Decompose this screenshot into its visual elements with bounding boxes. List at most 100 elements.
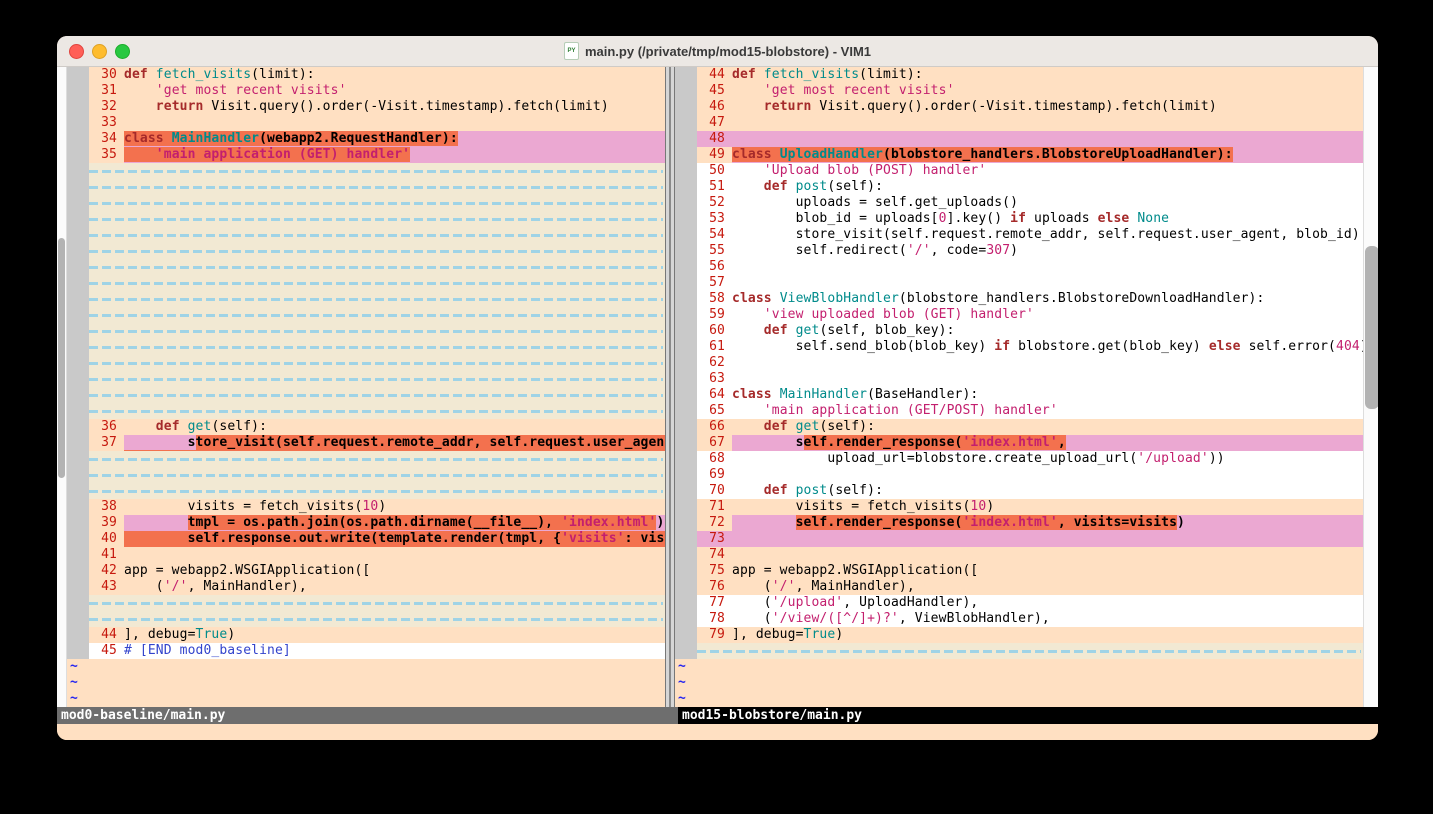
fold-column bbox=[675, 83, 697, 99]
code-text: ], debug=True) bbox=[732, 627, 1363, 643]
diff-filler-dashes bbox=[89, 458, 663, 461]
diff-filler-row bbox=[67, 307, 665, 323]
line-number: 35 bbox=[89, 147, 124, 163]
command-line[interactable] bbox=[57, 724, 1378, 740]
status-right-filename: mod15-blobstore/main.py bbox=[678, 707, 1378, 724]
editor-body: 30def fetch_visits(limit):31 'get most r… bbox=[57, 67, 1378, 707]
code-line: 66 def get(self): bbox=[675, 419, 1363, 435]
right-scrollbar-thumb[interactable] bbox=[1365, 246, 1378, 409]
code-line: 65 'main application (GET/POST) handler' bbox=[675, 403, 1363, 419]
code-line: 55 self.redirect('/', code=307) bbox=[675, 243, 1363, 259]
fold-column bbox=[675, 531, 697, 547]
fold-column bbox=[675, 499, 697, 515]
fold-column bbox=[67, 307, 89, 323]
fold-column bbox=[67, 643, 89, 659]
diff-filler-row bbox=[67, 595, 665, 611]
fold-column bbox=[67, 451, 89, 467]
line-number: 79 bbox=[697, 627, 732, 643]
code-text: self.redirect('/', code=307) bbox=[732, 243, 1363, 259]
split-divider[interactable] bbox=[665, 67, 675, 707]
diff-filler-row bbox=[67, 451, 665, 467]
code-line: 34class MainHandler(webapp2.RequestHandl… bbox=[67, 131, 665, 147]
code-line: 32 return Visit.query().order(-Visit.tim… bbox=[67, 99, 665, 115]
close-button[interactable] bbox=[69, 44, 84, 59]
diff-filler-dashes bbox=[89, 346, 663, 349]
code-line: 64class MainHandler(BaseHandler): bbox=[675, 387, 1363, 403]
tilde-marker: ~ bbox=[675, 659, 686, 675]
line-number: 68 bbox=[697, 451, 732, 467]
diff-filler-row bbox=[67, 259, 665, 275]
code-line: 45 'get most recent visits' bbox=[675, 83, 1363, 99]
line-number: 67 bbox=[697, 435, 732, 451]
code-text bbox=[732, 131, 1363, 147]
diff-filler-row bbox=[67, 323, 665, 339]
fold-column bbox=[675, 211, 697, 227]
fold-column bbox=[675, 227, 697, 243]
diff-filler-row bbox=[67, 403, 665, 419]
line-number: 42 bbox=[89, 563, 124, 579]
tilde-marker: ~ bbox=[67, 675, 78, 691]
code-text bbox=[732, 355, 1363, 371]
line-number: 54 bbox=[697, 227, 732, 243]
diff-filler-dashes bbox=[89, 490, 663, 493]
code-text: 'get most recent visits' bbox=[732, 83, 1363, 99]
code-text: 'main application (GET/POST) handler' bbox=[732, 403, 1363, 419]
fold-column bbox=[67, 547, 89, 563]
vim-window: PY main.py (/private/tmp/mod15-blobstore… bbox=[57, 36, 1378, 740]
line-number: 31 bbox=[89, 83, 124, 99]
diff-filler-dashes bbox=[89, 282, 663, 285]
line-number: 60 bbox=[697, 323, 732, 339]
left-scrollbar[interactable] bbox=[57, 67, 67, 707]
right-editor-pane[interactable]: 44def fetch_visits(limit):45 'get most r… bbox=[675, 67, 1363, 707]
code-line: 40 self.response.out.write(template.rend… bbox=[67, 531, 665, 547]
diff-filler-row bbox=[67, 291, 665, 307]
fold-column bbox=[675, 547, 697, 563]
code-line: 42app = webapp2.WSGIApplication([ bbox=[67, 563, 665, 579]
diff-filler-dashes bbox=[89, 330, 663, 333]
code-line: 44], debug=True) bbox=[67, 627, 665, 643]
code-line: 77 ('/upload', UploadHandler), bbox=[675, 595, 1363, 611]
code-line: 45# [END mod0_baseline] bbox=[67, 643, 665, 659]
minimize-button[interactable] bbox=[92, 44, 107, 59]
right-scrollbar[interactable] bbox=[1363, 67, 1378, 707]
diff-filler-dashes bbox=[89, 618, 663, 621]
diff-filler-row bbox=[67, 163, 665, 179]
fold-column bbox=[675, 643, 697, 659]
line-number: 52 bbox=[697, 195, 732, 211]
zoom-button[interactable] bbox=[115, 44, 130, 59]
fold-column bbox=[67, 259, 89, 275]
fold-column bbox=[67, 387, 89, 403]
code-line: 78 ('/view/([^/]+)?', ViewBlobHandler), bbox=[675, 611, 1363, 627]
left-editor-pane[interactable]: 30def fetch_visits(limit):31 'get most r… bbox=[67, 67, 665, 707]
left-scrollbar-thumb[interactable] bbox=[58, 238, 65, 478]
code-text: class MainHandler(BaseHandler): bbox=[732, 387, 1363, 403]
diff-filler-row bbox=[67, 467, 665, 483]
window-title: main.py (/private/tmp/mod15-blobstore) -… bbox=[585, 44, 871, 59]
code-line: 39 tmpl = os.path.join(os.path.dirname(_… bbox=[67, 515, 665, 531]
code-text bbox=[124, 115, 665, 131]
fold-column bbox=[67, 179, 89, 195]
fold-column bbox=[675, 419, 697, 435]
fold-column bbox=[67, 83, 89, 99]
code-line: 79], debug=True) bbox=[675, 627, 1363, 643]
code-text: 'get most recent visits' bbox=[124, 83, 665, 99]
code-text: ('/upload', UploadHandler), bbox=[732, 595, 1363, 611]
code-text: blob_id = uploads[0].key() if uploads el… bbox=[732, 211, 1363, 227]
fold-column bbox=[675, 99, 697, 115]
tilde-marker: ~ bbox=[675, 691, 686, 707]
fold-column bbox=[67, 291, 89, 307]
code-line: 38 visits = fetch_visits(10) bbox=[67, 499, 665, 515]
fold-column bbox=[675, 435, 697, 451]
code-line: 72 self.render_response('index.html', vi… bbox=[675, 515, 1363, 531]
code-text: store_visit(self.request.remote_addr, se… bbox=[732, 227, 1363, 243]
diff-filler-row bbox=[67, 371, 665, 387]
line-number: 43 bbox=[89, 579, 124, 595]
code-text bbox=[732, 531, 1363, 547]
line-number: 55 bbox=[697, 243, 732, 259]
code-line: 57 bbox=[675, 275, 1363, 291]
line-number: 53 bbox=[697, 211, 732, 227]
fold-column bbox=[67, 195, 89, 211]
title-bar[interactable]: PY main.py (/private/tmp/mod15-blobstore… bbox=[57, 36, 1378, 67]
fold-column bbox=[675, 627, 697, 643]
code-text: ('/', MainHandler), bbox=[124, 579, 665, 595]
